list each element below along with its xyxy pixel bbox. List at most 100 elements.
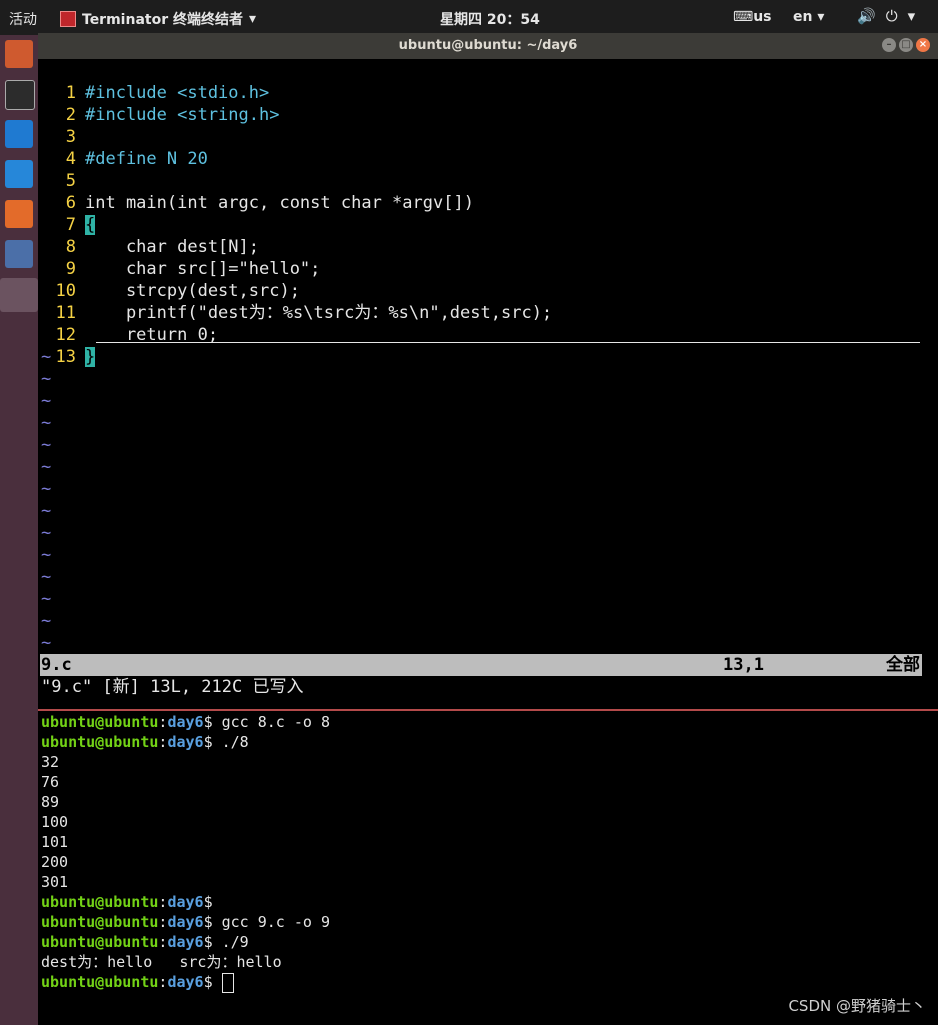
code-line: 2 #include <string.h> — [65, 105, 280, 125]
code-line: 10 strcpy(dest,src); — [55, 281, 300, 301]
code-line: 1 #include <stdio.h> — [65, 83, 270, 103]
app-menu[interactable]: Terminator 终端终结者 ▾ — [60, 9, 256, 29]
tilde-marker: ~ — [41, 479, 52, 499]
output-text: dest为：hello src为：hello — [41, 953, 282, 971]
pane-divider[interactable] — [38, 709, 938, 711]
prompt-user: ubuntu@ubuntu — [41, 913, 159, 931]
vscode-icon[interactable] — [5, 120, 33, 148]
status-scroll: 全部 — [886, 655, 920, 675]
code-line: 3 — [65, 127, 76, 147]
files-icon[interactable] — [5, 40, 33, 68]
tilde-marker: ~ — [41, 567, 52, 587]
cursor-line — [96, 342, 920, 343]
terminal-line: 89 — [41, 792, 330, 812]
prompt-dir: day6 — [167, 913, 204, 931]
status-position: 13,1 — [723, 655, 764, 675]
terminal-line: ubuntu@ubuntu:day6$ — [41, 892, 330, 912]
tilde-marker: ~ — [41, 369, 52, 389]
close-button[interactable]: × — [916, 38, 930, 52]
output-text: 200 — [41, 853, 69, 871]
minimize-button[interactable]: – — [882, 38, 896, 52]
maximize-button[interactable]: □ — [899, 38, 913, 52]
prompt-user: ubuntu@ubuntu — [41, 713, 159, 731]
prompt-dir: day6 — [167, 893, 204, 911]
vc-icon[interactable] — [5, 160, 33, 188]
prompt-dir: day6 — [167, 713, 204, 731]
prompt-user: ubuntu@ubuntu — [41, 933, 159, 951]
output-text: 101 — [41, 833, 69, 851]
tilde-marker: ~ — [41, 633, 52, 653]
tilde-marker: ~ — [41, 545, 52, 565]
status-filename: 9.c — [41, 655, 72, 675]
code-line: 11 printf("dest为：%s\tsrc为：%s\n",dest,src… — [55, 303, 553, 323]
terminal-line: 100 — [41, 812, 330, 832]
code-line: 6 int main(int argc, const char *argv[]) — [65, 193, 474, 213]
code-line: 9 char src[]="hello"; — [65, 259, 321, 279]
system-menu[interactable]: 🔊 ⏻ ▾ — [857, 7, 915, 25]
prompt-user: ubuntu@ubuntu — [41, 893, 159, 911]
code-line: 5 — [65, 171, 76, 191]
command-text: $ — [203, 893, 222, 911]
terminal-line: dest为：hello src为：hello — [41, 952, 330, 972]
window-title: ubuntu@ubuntu: ~/day6 — [398, 38, 578, 53]
software-center-icon[interactable] — [5, 200, 33, 228]
terminator-icon — [60, 11, 76, 27]
tilde-marker: ~ — [41, 435, 52, 455]
terminal-line: 301 — [41, 872, 330, 892]
vim-statusline: 9.c 13,1 全部 — [40, 654, 922, 676]
code-view: 1 #include <stdio.h> 2 #include <string.h>… — [40, 60, 552, 368]
tilde-marker: ~ — [41, 523, 52, 543]
chevron-down-icon: ▾ — [907, 7, 916, 25]
command-text: $ gcc 8.c -o 8 — [203, 713, 330, 731]
prompt-dir: day6 — [167, 973, 204, 991]
tilde-marker: ~ — [41, 501, 52, 521]
command-text: $ ./8 — [203, 733, 249, 751]
app-name: Terminator 终端终结者 — [82, 12, 243, 28]
terminal-line: 200 — [41, 852, 330, 872]
power-icon: ⏻ — [885, 7, 898, 25]
tilde-marker: ~ — [41, 611, 52, 631]
terminal-pane[interactable]: ubuntu@ubuntu:day6$ gcc 8.c -o 8 ubuntu@u… — [41, 712, 330, 993]
terminal-line: 76 — [41, 772, 330, 792]
watermark: CSDN @野猪骑士丶 — [788, 997, 926, 1015]
terminal-cursor — [221, 972, 234, 993]
output-text: 301 — [41, 873, 69, 891]
code-line: 7{ — [65, 215, 96, 235]
terminator-dock-icon[interactable] — [0, 278, 38, 312]
prompt-dir: day6 — [167, 933, 204, 951]
dock — [0, 35, 38, 1025]
activities-button[interactable]: 活动 — [9, 9, 37, 29]
volume-icon: 🔊 — [857, 7, 876, 25]
code-line: 4 #define N 20 — [65, 149, 208, 169]
language-indicator[interactable]: en ▾ — [793, 9, 824, 25]
language-label: en — [793, 9, 813, 25]
keyboard-indicator[interactable]: ⌨us — [733, 9, 772, 25]
tilde-marker: ~ — [41, 391, 52, 411]
keyboard-label: us — [753, 9, 772, 25]
terminal-line: ubuntu@ubuntu:day6$ ./9 — [41, 932, 330, 952]
settings-icon[interactable] — [5, 240, 33, 268]
tilde-marker: ~ — [41, 413, 52, 433]
tilde-marker: ~ — [41, 347, 52, 367]
terminal-line: ubuntu@ubuntu:day6$ gcc 8.c -o 8 — [41, 712, 330, 732]
vim-message: "9.c" [新] 13L, 212C 已写入 — [41, 677, 304, 697]
output-text: 32 — [41, 753, 60, 771]
terminal-line: ubuntu@ubuntu:day6$ gcc 9.c -o 9 — [41, 912, 330, 932]
output-text: 76 — [41, 773, 60, 791]
output-text: 89 — [41, 793, 60, 811]
code-line: 8 char dest[N]; — [65, 237, 259, 257]
prompt-user: ubuntu@ubuntu — [41, 973, 159, 991]
terminal-line: 101 — [41, 832, 330, 852]
output-text: 100 — [41, 813, 69, 831]
terminal-icon[interactable] — [5, 80, 35, 110]
window-titlebar[interactable]: ubuntu@ubuntu: ~/day6 – □ × — [38, 33, 938, 59]
terminal-line: 32 — [41, 752, 330, 772]
command-text: $ gcc 9.c -o 9 — [203, 913, 330, 931]
tilde-marker: ~ — [41, 589, 52, 609]
clock[interactable]: 星期四 20：54 — [440, 9, 540, 29]
vim-editor[interactable]: 1 #include <stdio.h> 2 #include <string.h>… — [40, 60, 922, 710]
dropdown-arrow-icon: ▾ — [248, 11, 257, 27]
tilde-marker: ~ — [41, 457, 52, 477]
command-text: $ ./9 — [203, 933, 249, 951]
prompt-dir: day6 — [167, 733, 204, 751]
